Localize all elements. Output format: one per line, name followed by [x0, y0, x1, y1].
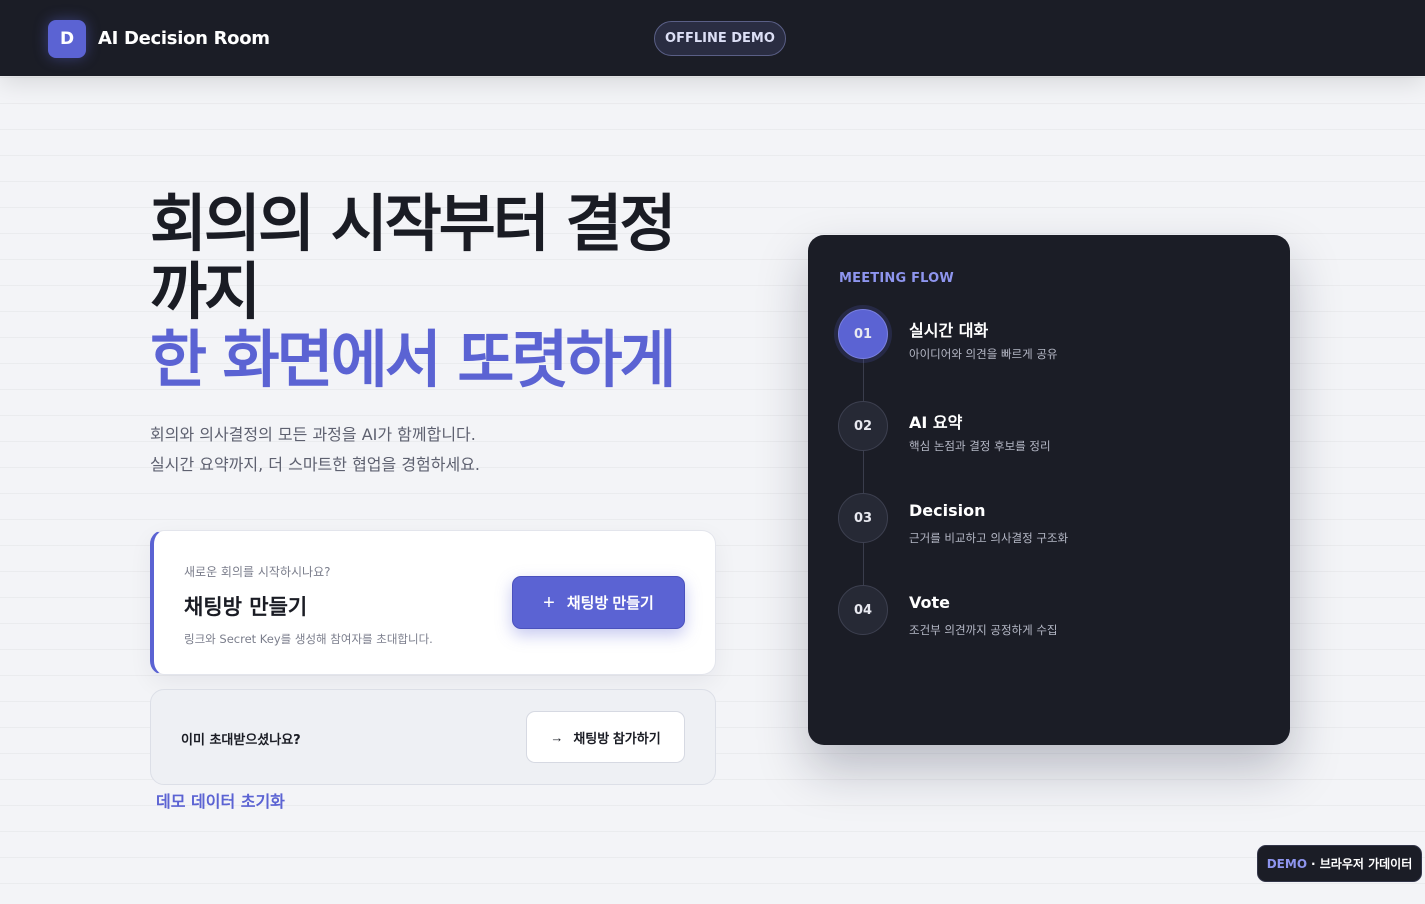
hero-desc-line-2: 실시간 요약까지, 더 스마트한 협업을 경험하세요.: [150, 455, 481, 474]
step-title: 실시간 대화: [909, 321, 989, 340]
arrow-right-icon: →: [550, 729, 564, 745]
step-number-badge: 02: [838, 401, 888, 451]
join-room-card: 이미 초대받으셨나요? → 채팅방 참가하기: [150, 689, 716, 785]
logo-badge[interactable]: D: [48, 20, 86, 58]
step-number-badge: 01: [838, 309, 888, 359]
join-card-label: 이미 초대받으셨나요?: [181, 733, 301, 748]
step-description: 핵심 논점과 결정 후보를 정리: [909, 439, 1051, 453]
join-room-button-label: 채팅방 참가하기: [573, 730, 661, 746]
step-description: 아이디어와 의견을 빠르게 공유: [909, 347, 1058, 361]
create-card-eyebrow: 새로운 회의를 시작하시나요?: [184, 565, 331, 579]
offline-demo-badge: OFFLINE DEMO: [654, 21, 786, 56]
app-title[interactable]: AI Decision Room: [98, 28, 270, 49]
step-number-badge: 03: [838, 493, 888, 543]
plus-icon: +: [543, 591, 555, 614]
hero-description: 회의와 의사결정의 모든 과정을 AI가 함께합니다. 실시간 요약까지, 더 …: [150, 420, 670, 480]
join-room-button[interactable]: → 채팅방 참가하기: [526, 711, 685, 763]
flow-step: 02 AI 요약 핵심 논점과 결정 후보를 정리: [838, 401, 1268, 461]
flow-step: 01 실시간 대화 아이디어와 의견을 빠르게 공유: [838, 309, 1268, 369]
top-bar: D AI Decision Room OFFLINE DEMO: [0, 0, 1425, 76]
flow-step: 03 Decision 근거를 비교하고 의사결정 구조화: [838, 493, 1268, 553]
meeting-flow-label: MEETING FLOW: [839, 271, 954, 286]
hero-title: 회의의 시작부터 결정까지 한 화면에서 또렷하게: [150, 190, 710, 394]
create-room-button[interactable]: + 채팅방 만들기: [512, 576, 685, 629]
flow-connector-line: [863, 359, 864, 609]
step-description: 근거를 비교하고 의사결정 구조화: [909, 531, 1069, 545]
step-title: AI 요약: [909, 413, 963, 432]
demo-tag: DEMO: [1266, 856, 1308, 871]
hero-title-accent: 한 화면에서 또렷하게: [150, 323, 677, 396]
step-title: Decision: [909, 501, 986, 520]
hero-desc-line-1: 회의와 의사결정의 모든 과정을 AI가 함께합니다.: [150, 425, 476, 444]
create-room-card: 새로운 회의를 시작하시나요? 채팅방 만들기 링크와 Secret Key를 …: [150, 530, 716, 675]
create-card-subtitle: 링크와 Secret Key를 생성해 참여자를 초대합니다.: [184, 632, 433, 646]
step-description: 조건부 의견까지 공정하게 수집: [909, 623, 1058, 637]
demo-badge-text: · 브라우저 가데이터: [1311, 857, 1413, 871]
step-number-badge: 04: [838, 585, 888, 635]
step-title: Vote: [909, 593, 950, 612]
demo-status-badge: DEMO · 브라우저 가데이터: [1257, 845, 1422, 882]
create-room-button-label: 채팅방 만들기: [566, 595, 654, 612]
reset-demo-data-link[interactable]: 데모 데이터 초기화: [156, 788, 285, 812]
hero-title-line: 회의의 시작부터 결정까지: [150, 187, 677, 328]
meeting-flow-panel: MEETING FLOW 01 실시간 대화 아이디어와 의견을 빠르게 공유 …: [808, 235, 1290, 745]
create-card-title: 채팅방 만들기: [184, 595, 308, 619]
flow-step: 04 Vote 조건부 의견까지 공정하게 수집: [838, 585, 1268, 645]
